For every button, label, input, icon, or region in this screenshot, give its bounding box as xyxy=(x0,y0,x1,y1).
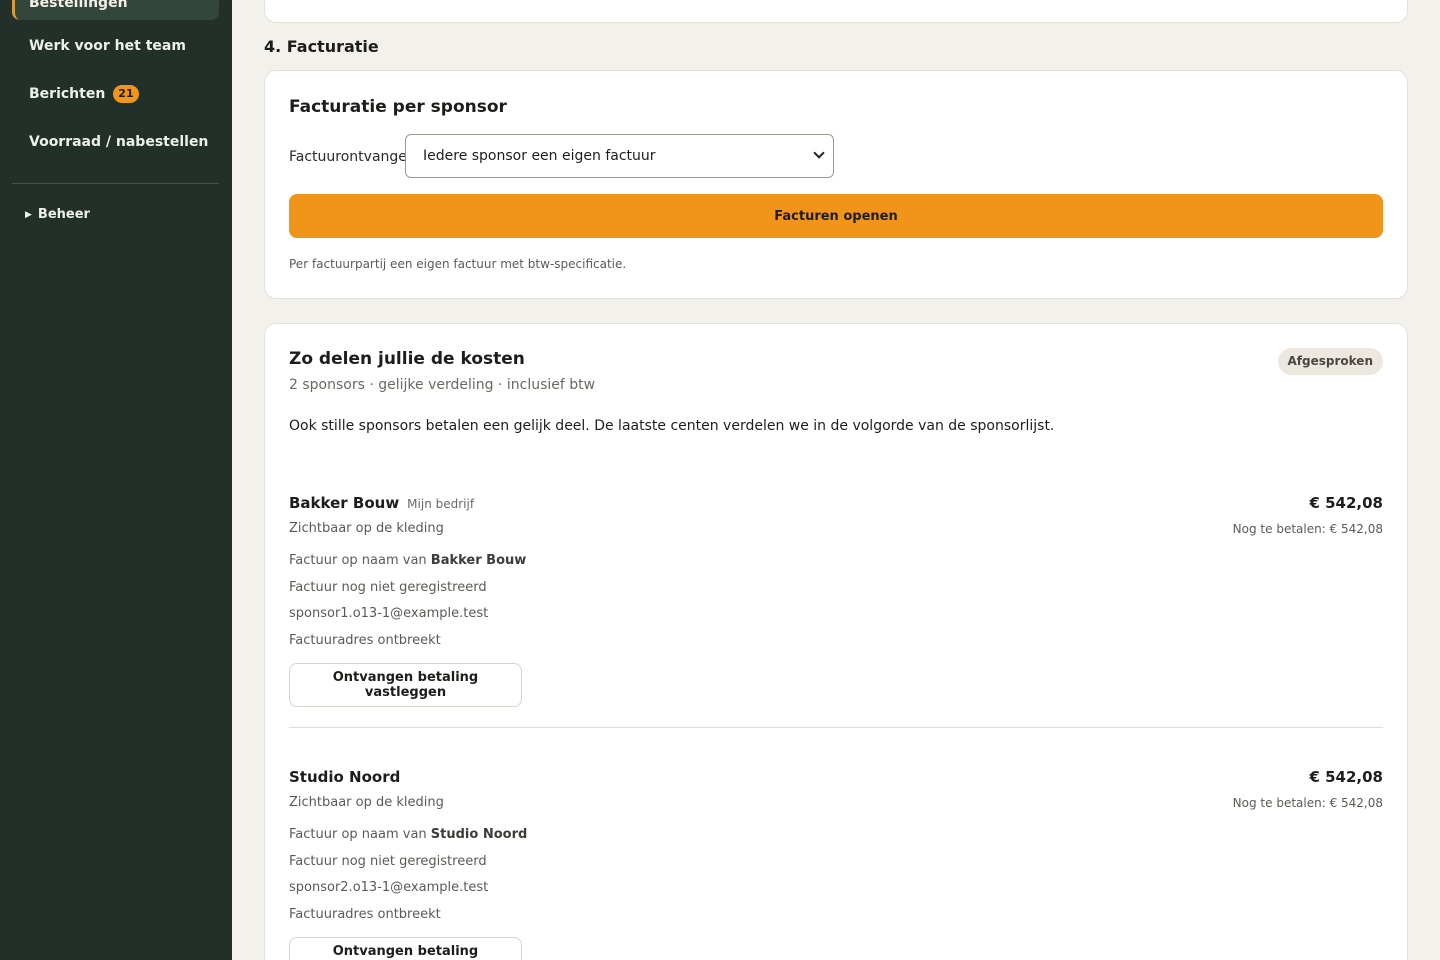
sidebar-divider xyxy=(12,183,219,184)
sponsor-amount: € 542,08 xyxy=(1309,494,1383,512)
sponsor-name-row: Studio Noord xyxy=(289,768,400,786)
sponsor-amount-due: Nog te betalen: € 542,08 xyxy=(1232,796,1383,810)
sidebar-item-bestellingen[interactable]: Bestellingen xyxy=(12,0,219,20)
sponsor-amount-due: Nog te betalen: € 542,08 xyxy=(1232,522,1383,536)
sponsor-tag: Mijn bedrijf xyxy=(407,497,475,511)
sponsor-address-status: Factuuradres ontbreekt xyxy=(289,633,441,648)
sidebar-item-werk-voor-het-team[interactable]: Werk voor het team xyxy=(29,38,186,54)
sidebar-item-label: Berichten xyxy=(29,86,106,102)
cost-split-title: Zo delen jullie de kosten xyxy=(289,349,525,369)
previous-section-card xyxy=(264,0,1408,23)
sponsor-name: Studio Noord xyxy=(289,768,401,786)
triangle-right-icon: ▶ xyxy=(25,209,32,220)
sponsor-address-status: Factuuradres ontbreekt xyxy=(289,907,441,922)
sidebar: Bestellingen Werk voor het team Berichte… xyxy=(0,0,232,960)
sponsor-email: sponsor1.o13-1@example.test xyxy=(289,606,489,621)
sponsor-name-row: Bakker Bouw Mijn bedrijf xyxy=(289,494,474,512)
chevron-down-icon xyxy=(813,147,825,159)
status-badge: Afgesproken xyxy=(1277,348,1383,375)
sidebar-group-label: Beheer xyxy=(37,207,90,222)
unread-count-badge: 21 xyxy=(113,85,139,103)
sidebar-item-label: Bestellingen xyxy=(29,0,128,11)
open-invoices-button[interactable]: Facturen openen xyxy=(289,194,1383,238)
sponsor-invoice-name: Factuur op naam van Bakker Bouw xyxy=(289,553,527,568)
record-payment-button[interactable]: Ontvangen betaling vastleggen xyxy=(289,663,522,707)
sponsor-name: Bakker Bouw xyxy=(289,494,400,512)
sidebar-group-beheer[interactable]: ▶ Beheer xyxy=(25,207,90,222)
sponsor-invoice-name: Factuur op naam van Studio Noord xyxy=(289,827,528,842)
sponsor-invoice-status: Factuur nog niet geregistreerd xyxy=(289,854,487,869)
billing-hint: Per factuurpartij een eigen factuur met … xyxy=(289,257,627,271)
cost-split-intro: Ook stille sponsors betalen een gelijk d… xyxy=(289,418,1055,434)
recipient-label: Factuurontvanger xyxy=(289,149,413,165)
sidebar-item-voorraad[interactable]: Voorraad / nabestellen xyxy=(29,134,208,150)
recipient-select[interactable]: Iedere sponsor een eigen factuur xyxy=(405,134,834,178)
billing-card-title: Facturatie per sponsor xyxy=(289,97,507,117)
sponsor-divider xyxy=(289,727,1383,728)
billing-card: Facturatie per sponsor Factuurontvanger … xyxy=(264,70,1408,299)
sidebar-item-label: Voorraad / nabestellen xyxy=(29,134,209,150)
record-payment-button[interactable]: Ontvangen betaling vastleggen xyxy=(289,937,522,960)
sponsor-visibility: Zichtbaar op de kleding xyxy=(289,795,444,810)
sidebar-item-label: Werk voor het team xyxy=(29,38,186,54)
recipient-select-value: Iedere sponsor een eigen factuur xyxy=(423,148,656,164)
sidebar-item-berichten[interactable]: Berichten 21 xyxy=(29,85,139,103)
sponsor-amount: € 542,08 xyxy=(1309,768,1383,786)
section-title: 4. Facturatie xyxy=(264,37,379,56)
sponsor-email: sponsor2.o13-1@example.test xyxy=(289,880,489,895)
sponsor-visibility: Zichtbaar op de kleding xyxy=(289,521,444,536)
cost-split-card: Zo delen jullie de kosten Afgesproken 2 … xyxy=(264,323,1408,960)
cost-split-subtitle: 2 sponsors · gelijke verdeling · inclusi… xyxy=(289,377,596,393)
sponsor-invoice-status: Factuur nog niet geregistreerd xyxy=(289,580,487,595)
